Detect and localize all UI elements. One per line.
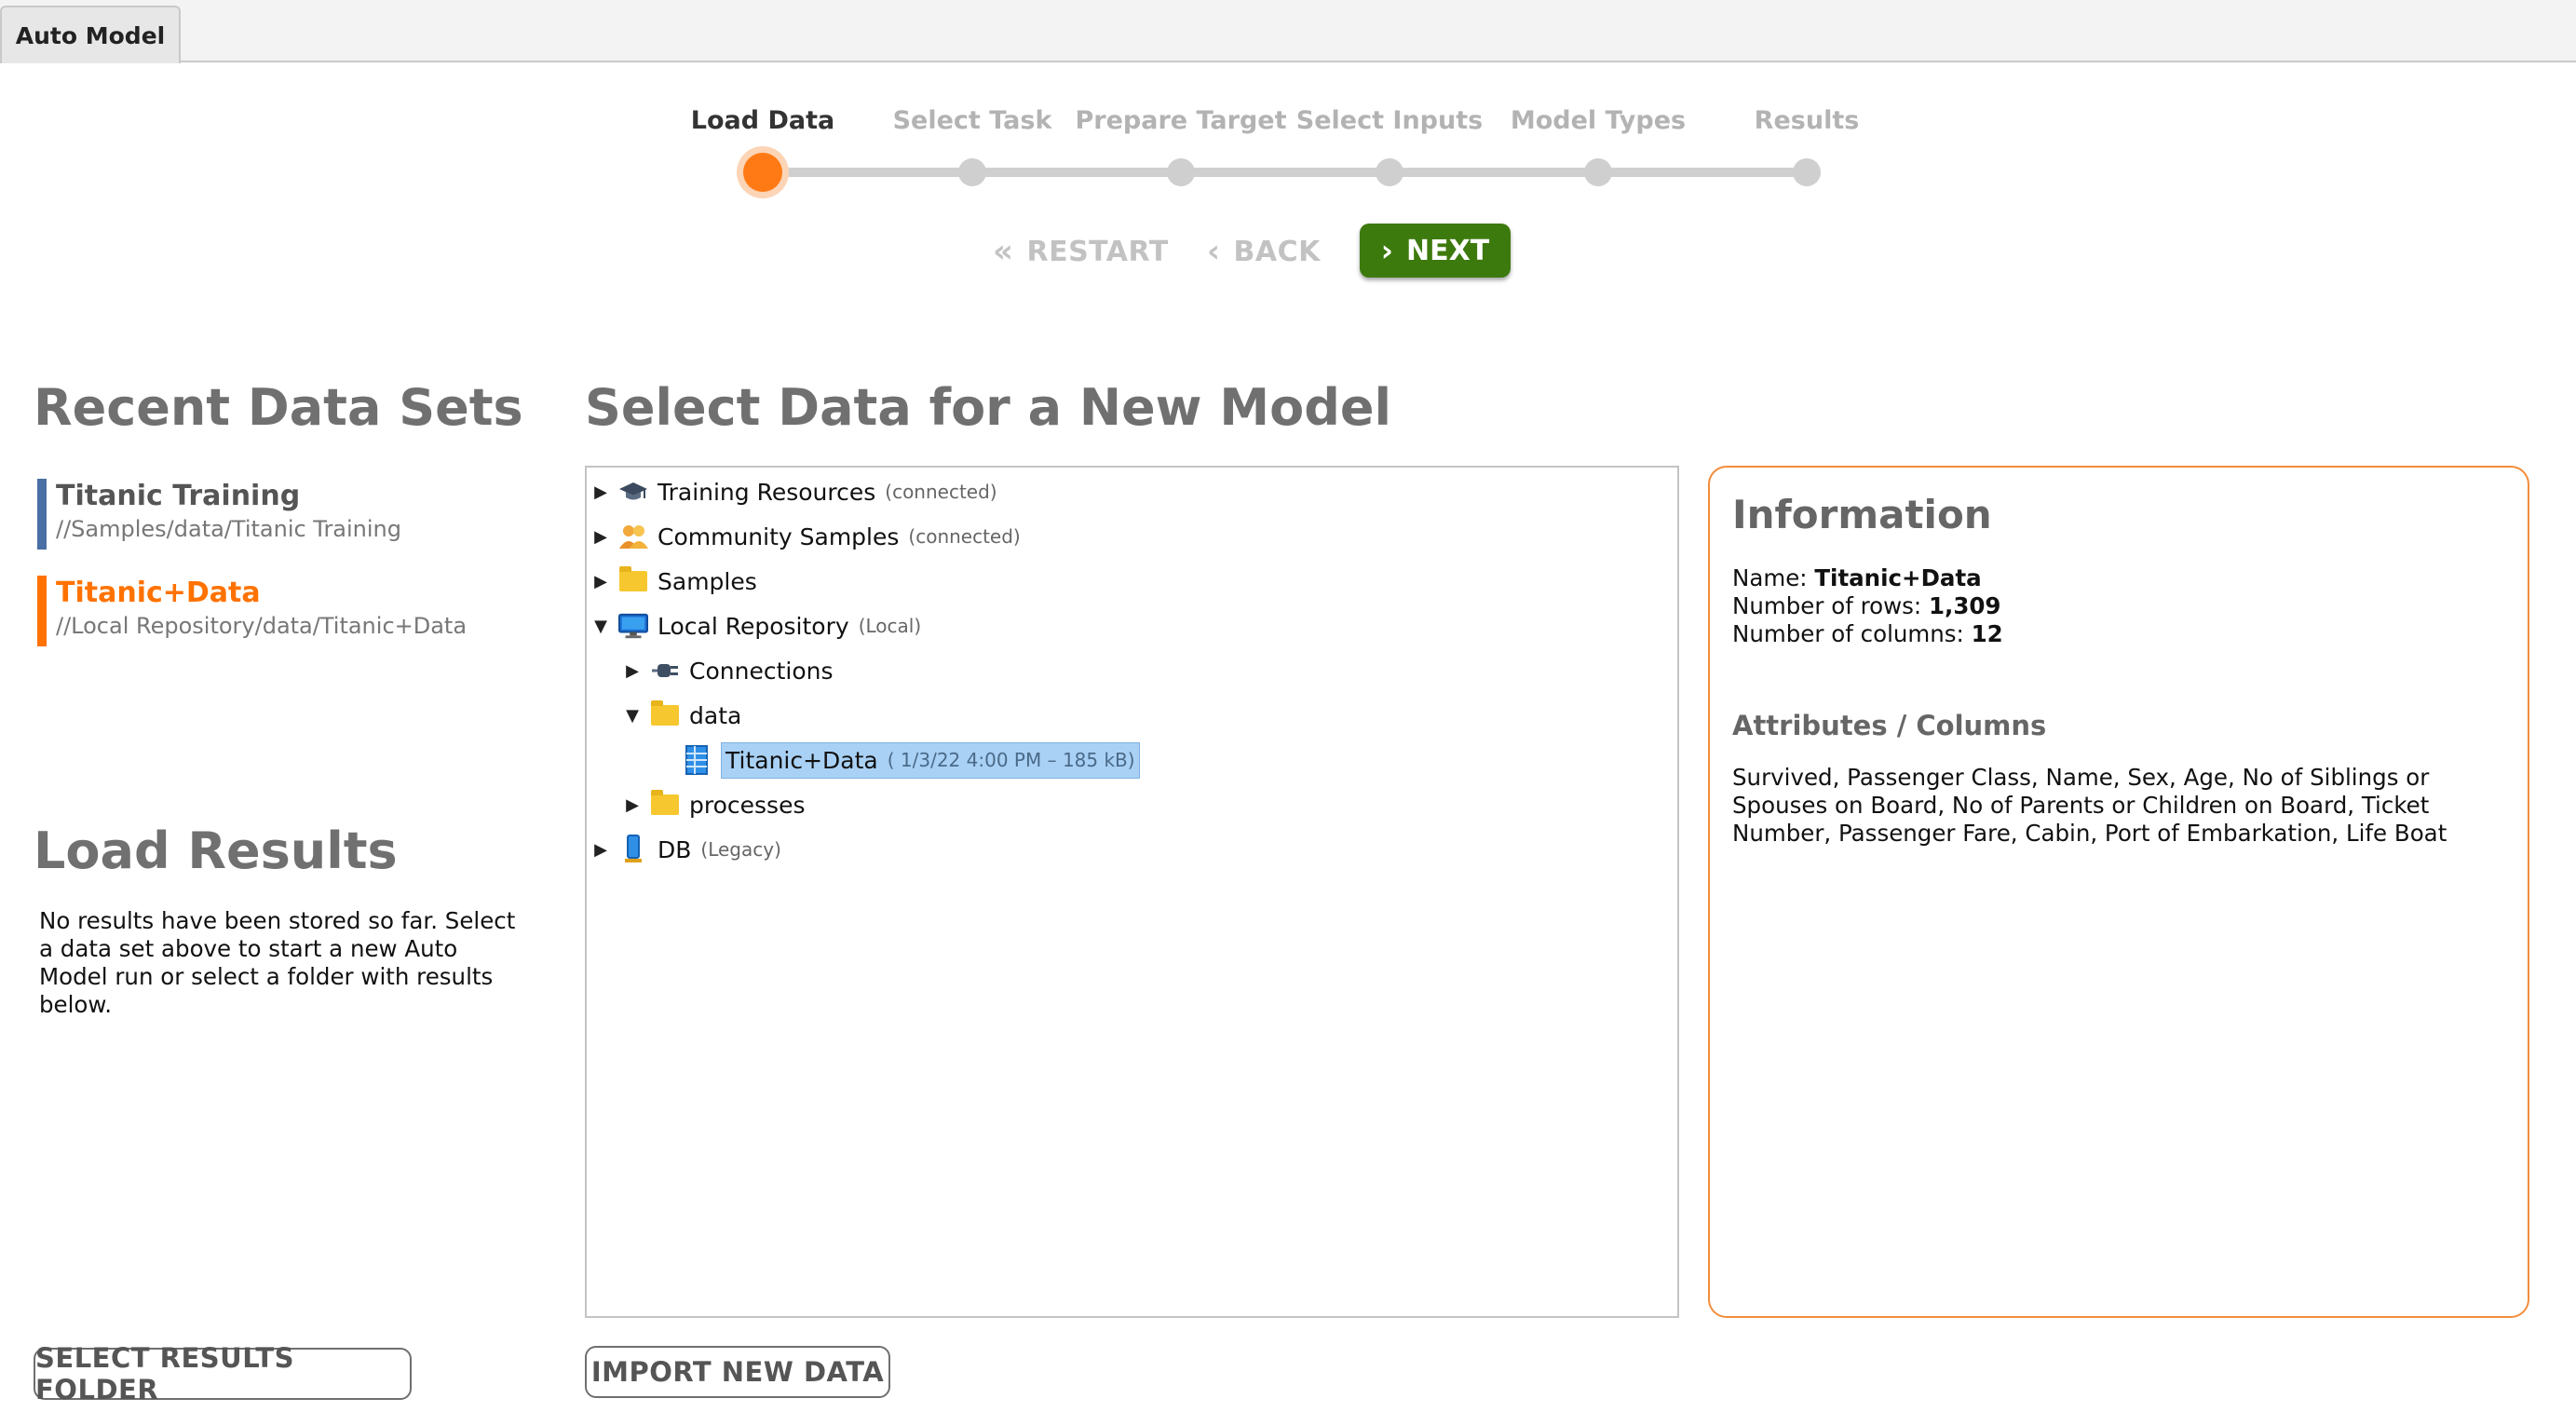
- expand-arrow-icon[interactable]: ▶: [590, 482, 611, 502]
- information-panel: Information Name: Titanic+Data Number of…: [1708, 466, 2529, 1318]
- restart-label: RESTART: [1026, 235, 1169, 268]
- progress-track: [762, 168, 1807, 177]
- next-label: NEXT: [1405, 234, 1490, 267]
- expand-arrow-icon[interactable]: ▶: [590, 572, 611, 591]
- info-rows-label: Number of rows:: [1732, 592, 1929, 619]
- step-load-data[interactable]: Load Data: [691, 106, 834, 135]
- step-dot-results[interactable]: [1793, 158, 1821, 186]
- expand-arrow-icon[interactable]: ▶: [590, 527, 611, 547]
- step-dot-select-inputs[interactable]: [1376, 158, 1403, 186]
- graduation-cap-icon: [618, 479, 648, 505]
- attributes-title: Attributes / Columns: [1732, 710, 2047, 741]
- step-results[interactable]: Results: [1755, 106, 1860, 135]
- recent-item-marker: [37, 576, 47, 646]
- selected-item-highlight: Titanic+Data ( 1/3/22 4:00 PM – 185 kB): [721, 741, 1140, 779]
- next-button[interactable]: › NEXT: [1360, 224, 1511, 278]
- tree-node-label: Titanic+Data: [725, 746, 878, 774]
- tree-node-label: Samples: [658, 567, 757, 595]
- step-model-types[interactable]: Model Types: [1511, 106, 1686, 135]
- restart-button[interactable]: « RESTART: [993, 225, 1169, 278]
- info-rows-row: Number of rows: 1,309: [1732, 592, 2000, 620]
- folder-icon: [618, 566, 648, 594]
- step-dot-model-types[interactable]: [1584, 158, 1612, 186]
- load-results-text: No results have been stored so far. Sele…: [39, 907, 516, 1018]
- recent-item-path: //Local Repository/data/Titanic+Data: [56, 613, 468, 639]
- tree-node-samples[interactable]: ▶ Samples: [590, 563, 757, 600]
- chevron-right-icon: ›: [1380, 233, 1393, 268]
- info-name-value: Titanic+Data: [1814, 564, 1982, 591]
- tree-node-label: Training Resources: [658, 478, 876, 506]
- tree-node-training-resources[interactable]: ▶ Training Resources (connected): [590, 473, 997, 510]
- community-icon: [618, 523, 648, 550]
- info-title: Information: [1732, 492, 1992, 537]
- tree-node-data[interactable]: ▼ data: [622, 697, 741, 734]
- repository-tree[interactable]: ▶ Training Resources (connected) ▶ Commu…: [585, 466, 1679, 1318]
- collapse-arrow-icon[interactable]: ▼: [590, 617, 611, 636]
- double-chevron-left-icon: «: [993, 233, 1014, 270]
- dataset-icon: [682, 745, 712, 775]
- tree-node-status: (Local): [858, 615, 922, 637]
- select-results-folder-button[interactable]: SELECT RESULTS FOLDER: [34, 1342, 412, 1405]
- tree-node-status: (Legacy): [700, 838, 781, 861]
- attributes-list: Survived, Passenger Class, Name, Sex, Ag…: [1732, 764, 2447, 847]
- plug-icon: [650, 658, 680, 684]
- expand-arrow-icon[interactable]: ▶: [622, 661, 643, 681]
- import-new-data-button[interactable]: IMPORT NEW DATA: [585, 1346, 890, 1398]
- info-name-label: Name:: [1732, 564, 1815, 591]
- tree-node-label: Local Repository: [658, 612, 849, 640]
- step-prepare-target[interactable]: Prepare Target: [1075, 106, 1286, 135]
- expand-arrow-icon[interactable]: ▶: [622, 795, 643, 815]
- folder-icon: [650, 790, 680, 818]
- step-dot-load-data[interactable]: [743, 153, 782, 192]
- tree-node-processes[interactable]: ▶ processes: [622, 786, 805, 823]
- back-button[interactable]: ‹ BACK: [1207, 225, 1321, 278]
- database-icon: [618, 835, 648, 862]
- step-dot-select-task[interactable]: [958, 158, 986, 186]
- tree-node-db[interactable]: ▶ DB (Legacy): [590, 831, 781, 868]
- step-dot-prepare-target[interactable]: [1167, 158, 1195, 186]
- folder-icon: [650, 700, 680, 728]
- tree-node-label: DB: [658, 835, 692, 863]
- tree-node-community-samples[interactable]: ▶ Community Samples (connected): [590, 518, 1021, 555]
- load-results-heading: Load Results: [34, 821, 398, 880]
- tree-node-status: (connected): [885, 481, 997, 503]
- tree-node-label: Connections: [689, 657, 834, 685]
- expand-arrow-icon[interactable]: ▶: [590, 840, 611, 860]
- tree-node-connections[interactable]: ▶ Connections: [622, 652, 833, 689]
- info-rows-value: 1,309: [1928, 592, 2001, 619]
- recent-item-titanic-data[interactable]: Titanic+Data //Local Repository/data/Tit…: [37, 576, 522, 646]
- step-select-inputs[interactable]: Select Inputs: [1296, 106, 1483, 135]
- info-name-row: Name: Titanic+Data: [1732, 564, 1982, 592]
- recent-heading: Recent Data Sets: [34, 378, 523, 437]
- tree-node-meta: ( 1/3/22 4:00 PM – 185 kB): [887, 749, 1135, 771]
- back-label: BACK: [1233, 235, 1321, 268]
- select-data-heading: Select Data for a New Model: [585, 378, 1391, 437]
- tab-auto-model[interactable]: Auto Model: [0, 6, 181, 63]
- tree-node-local-repository[interactable]: ▼ Local Repository (Local): [590, 607, 921, 645]
- monitor-icon: [618, 613, 648, 639]
- chevron-left-icon: ‹: [1207, 233, 1221, 270]
- step-select-task[interactable]: Select Task: [893, 106, 1052, 135]
- recent-item-name: Titanic+Data: [56, 577, 261, 609]
- collapse-arrow-icon[interactable]: ▼: [622, 706, 643, 726]
- tree-node-titanic-data[interactable]: Titanic+Data ( 1/3/22 4:00 PM – 185 kB): [654, 741, 1140, 779]
- info-cols-value: 12: [1971, 620, 2003, 647]
- tree-node-status: (connected): [908, 525, 1021, 548]
- tree-node-label: data: [689, 701, 742, 729]
- info-cols-label: Number of columns:: [1732, 620, 1972, 647]
- tab-bar: Auto Model: [0, 0, 2576, 63]
- recent-item-marker: [37, 479, 47, 550]
- recent-item-name: Titanic Training: [56, 480, 301, 512]
- info-cols-row: Number of columns: 12: [1732, 620, 2003, 648]
- tree-node-label: processes: [689, 791, 806, 819]
- tree-node-label: Community Samples: [658, 523, 900, 550]
- recent-item-path: //Samples/data/Titanic Training: [56, 516, 402, 542]
- recent-item-titanic-training[interactable]: Titanic Training //Samples/data/Titanic …: [37, 479, 522, 550]
